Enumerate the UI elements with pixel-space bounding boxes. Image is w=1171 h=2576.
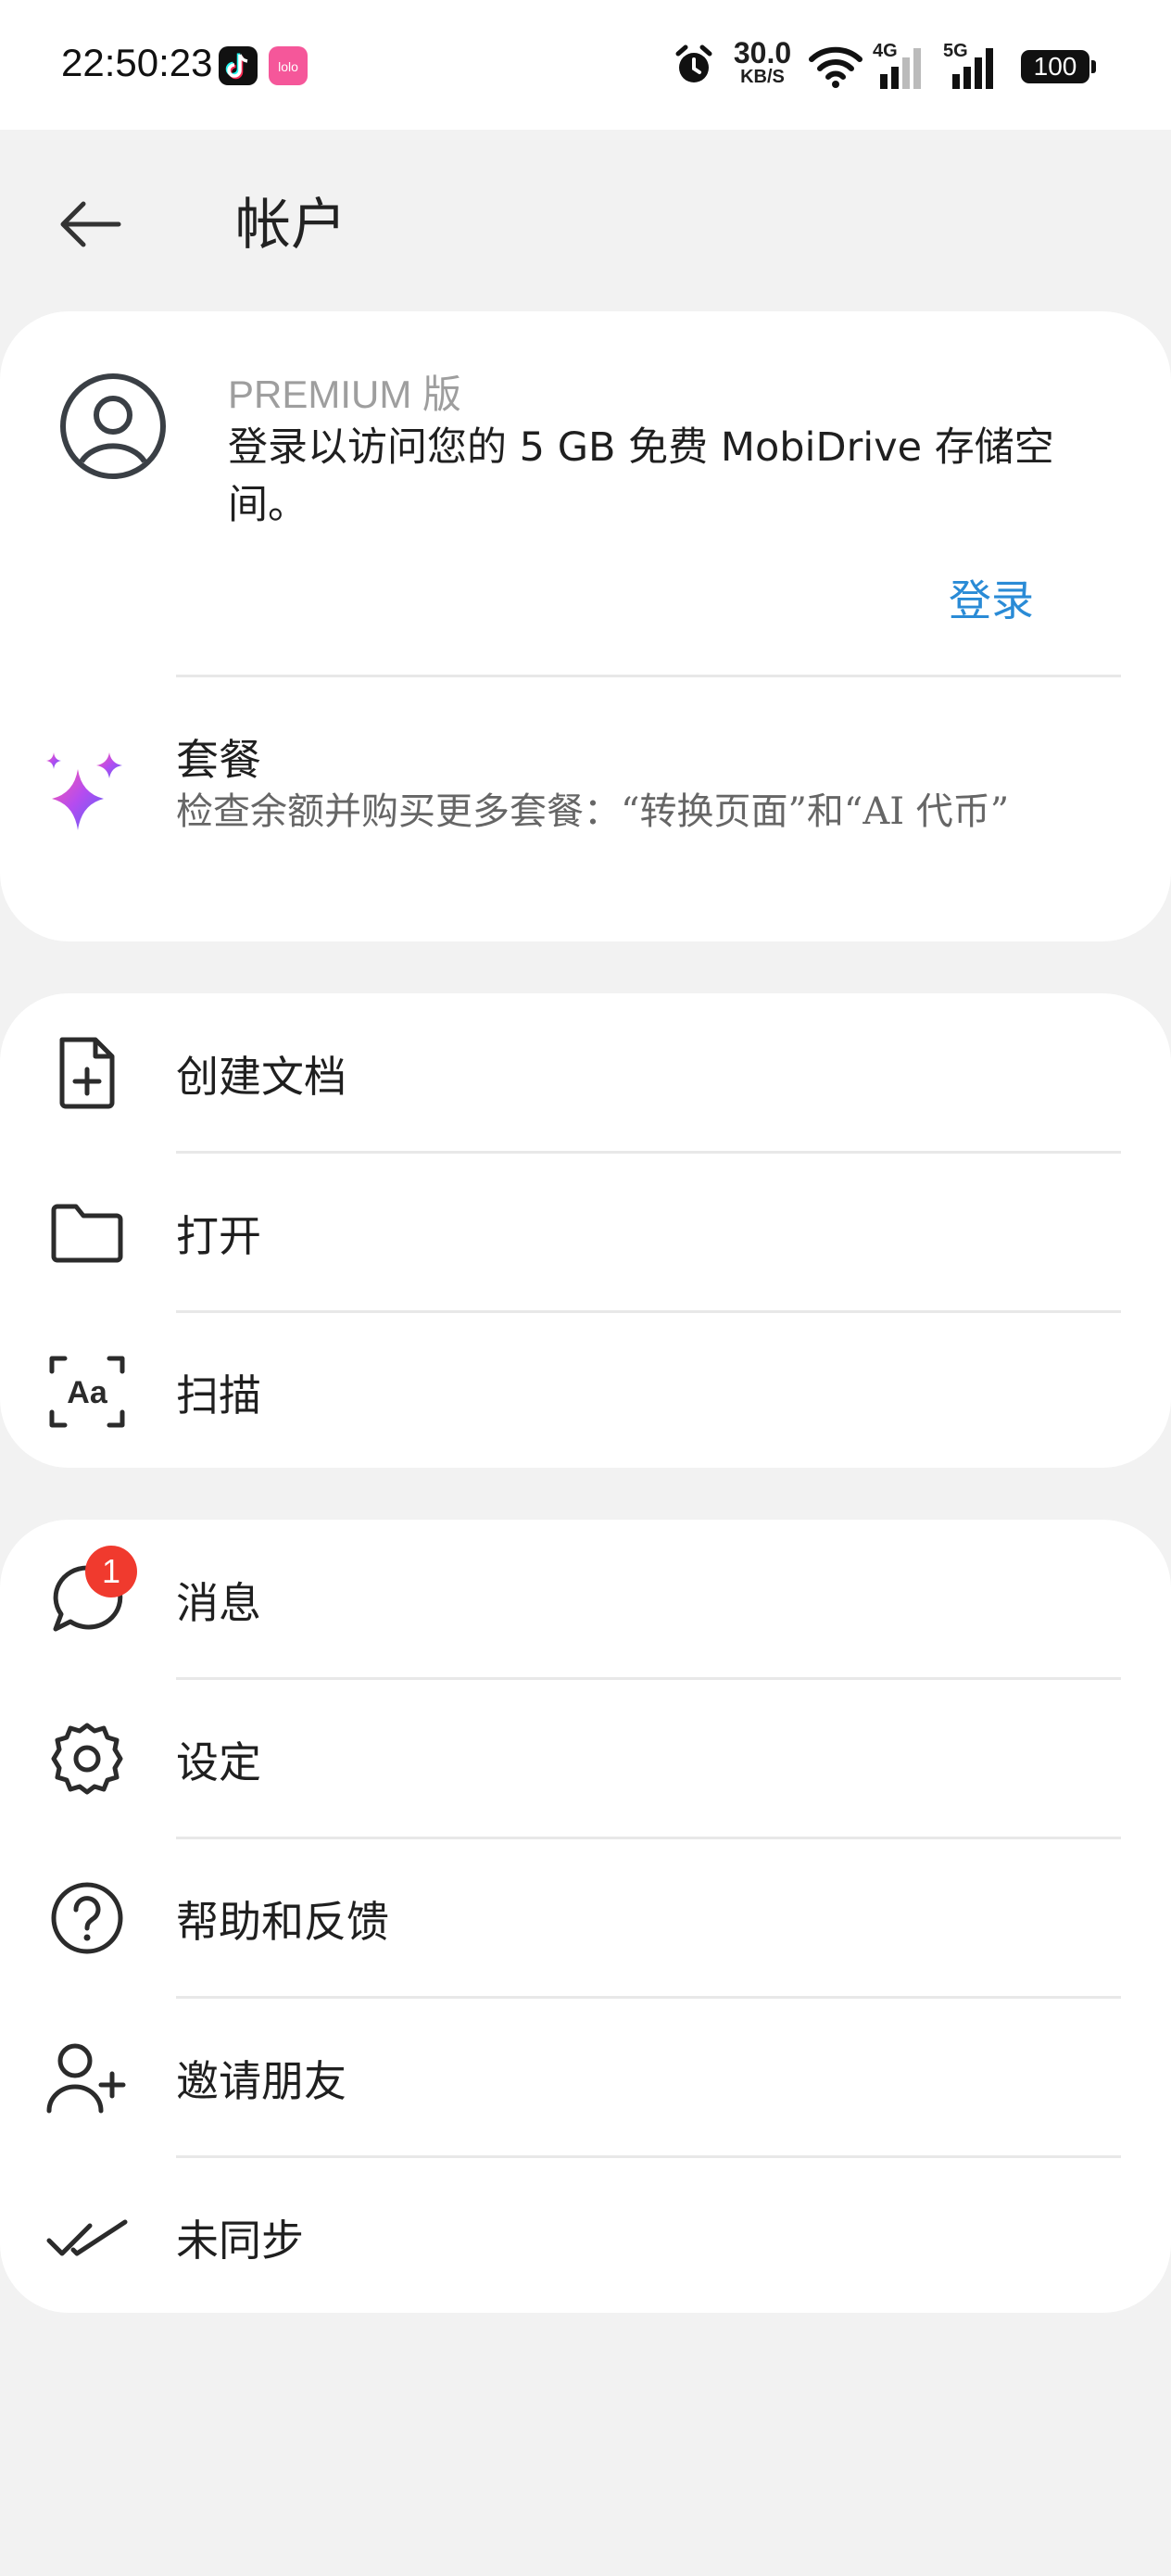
menu-label: 帮助和反馈 xyxy=(176,1897,389,1947)
scan-text-icon: Aa xyxy=(44,1349,130,1434)
menu-item-open[interactable]: 打开 xyxy=(0,1153,1171,1312)
file-menu-card: 创建文档 打开 Aa 扫描 xyxy=(0,993,1171,1468)
svg-text:lolo: lolo xyxy=(278,59,298,74)
menu-item-create-document[interactable]: 创建文档 xyxy=(0,993,1171,1153)
status-time: 22:50:23 xyxy=(61,41,213,84)
signal-5g-icon: 5G xyxy=(943,41,1004,89)
premium-edition-label: PREMIUM 版 xyxy=(228,373,462,416)
gear-icon xyxy=(44,1716,130,1801)
plan-title: 套餐 xyxy=(176,735,261,785)
net-speed-value: 30.0 xyxy=(733,36,792,69)
account-card: PREMIUM 版 登录以访问您的 5 GB 免费 MobiDrive 存储空间… xyxy=(0,311,1171,941)
battery-level: 100 xyxy=(1033,52,1077,81)
back-button[interactable] xyxy=(48,183,130,265)
avatar-icon[interactable] xyxy=(59,373,167,480)
double-check-icon xyxy=(44,2194,130,2279)
menu-item-messages[interactable]: 1 消息 xyxy=(0,1520,1171,1679)
folder-icon xyxy=(44,1190,130,1275)
menu-label: 创建文档 xyxy=(176,1052,346,1102)
signal-5g-label: 5G xyxy=(943,41,968,61)
notification-badge: 1 xyxy=(85,1546,137,1597)
menu-item-settings[interactable]: 设定 xyxy=(0,1679,1171,1838)
menu-label: 消息 xyxy=(176,1578,261,1628)
menu-label: 扫描 xyxy=(176,1370,261,1421)
pink-app-icon: lolo xyxy=(269,46,308,85)
wifi-icon xyxy=(809,46,863,88)
login-button[interactable]: 登录 xyxy=(949,567,1034,628)
storage-description: 登录以访问您的 5 GB 免费 MobiDrive 存储空间。 xyxy=(228,424,1054,528)
menu-item-invite-friends[interactable]: 邀请朋友 xyxy=(0,1998,1171,2157)
plan-row[interactable]: 套餐 检查余额并购买更多套餐：“转换页面”和“AI 代币” xyxy=(0,675,1171,925)
menu-label: 设定 xyxy=(176,1737,261,1787)
signal-4g-icon: 4G xyxy=(873,41,928,89)
new-document-icon xyxy=(44,1030,130,1116)
tiktok-app-icon xyxy=(219,46,258,85)
page-title: 帐户 xyxy=(235,193,346,258)
sparkle-icon xyxy=(46,752,122,830)
menu-item-scan[interactable]: Aa 扫描 xyxy=(0,1312,1171,1471)
other-menu-card: 1 消息 设定 帮助和反馈 邀请朋友 未同步 xyxy=(0,1520,1171,2313)
back-arrow-icon xyxy=(60,201,121,247)
status-bar: 22:50:23 lolo 30.0 KB/S 4G 5G 100 xyxy=(0,0,1171,130)
menu-item-help-feedback[interactable]: 帮助和反馈 xyxy=(0,1838,1171,1998)
add-user-icon xyxy=(44,2035,130,2120)
svg-text:Aa: Aa xyxy=(67,1375,108,1410)
plan-description: 检查余额并购买更多套餐：“转换页面”和“AI 代币” xyxy=(176,790,1010,833)
menu-label: 邀请朋友 xyxy=(176,2056,346,2106)
net-speed: 30.0 KB/S xyxy=(730,36,795,87)
header: 帐户 xyxy=(0,130,1171,306)
help-icon xyxy=(44,1875,130,1961)
alarm-icon xyxy=(675,44,712,82)
battery-icon: 100 xyxy=(1021,50,1096,83)
signal-4g-label: 4G xyxy=(873,41,898,61)
menu-item-unsynced[interactable]: 未同步 xyxy=(0,2157,1171,2317)
menu-label: 打开 xyxy=(176,1211,261,1261)
menu-label: 未同步 xyxy=(176,2216,304,2266)
net-speed-unit: KB/S xyxy=(740,67,785,87)
